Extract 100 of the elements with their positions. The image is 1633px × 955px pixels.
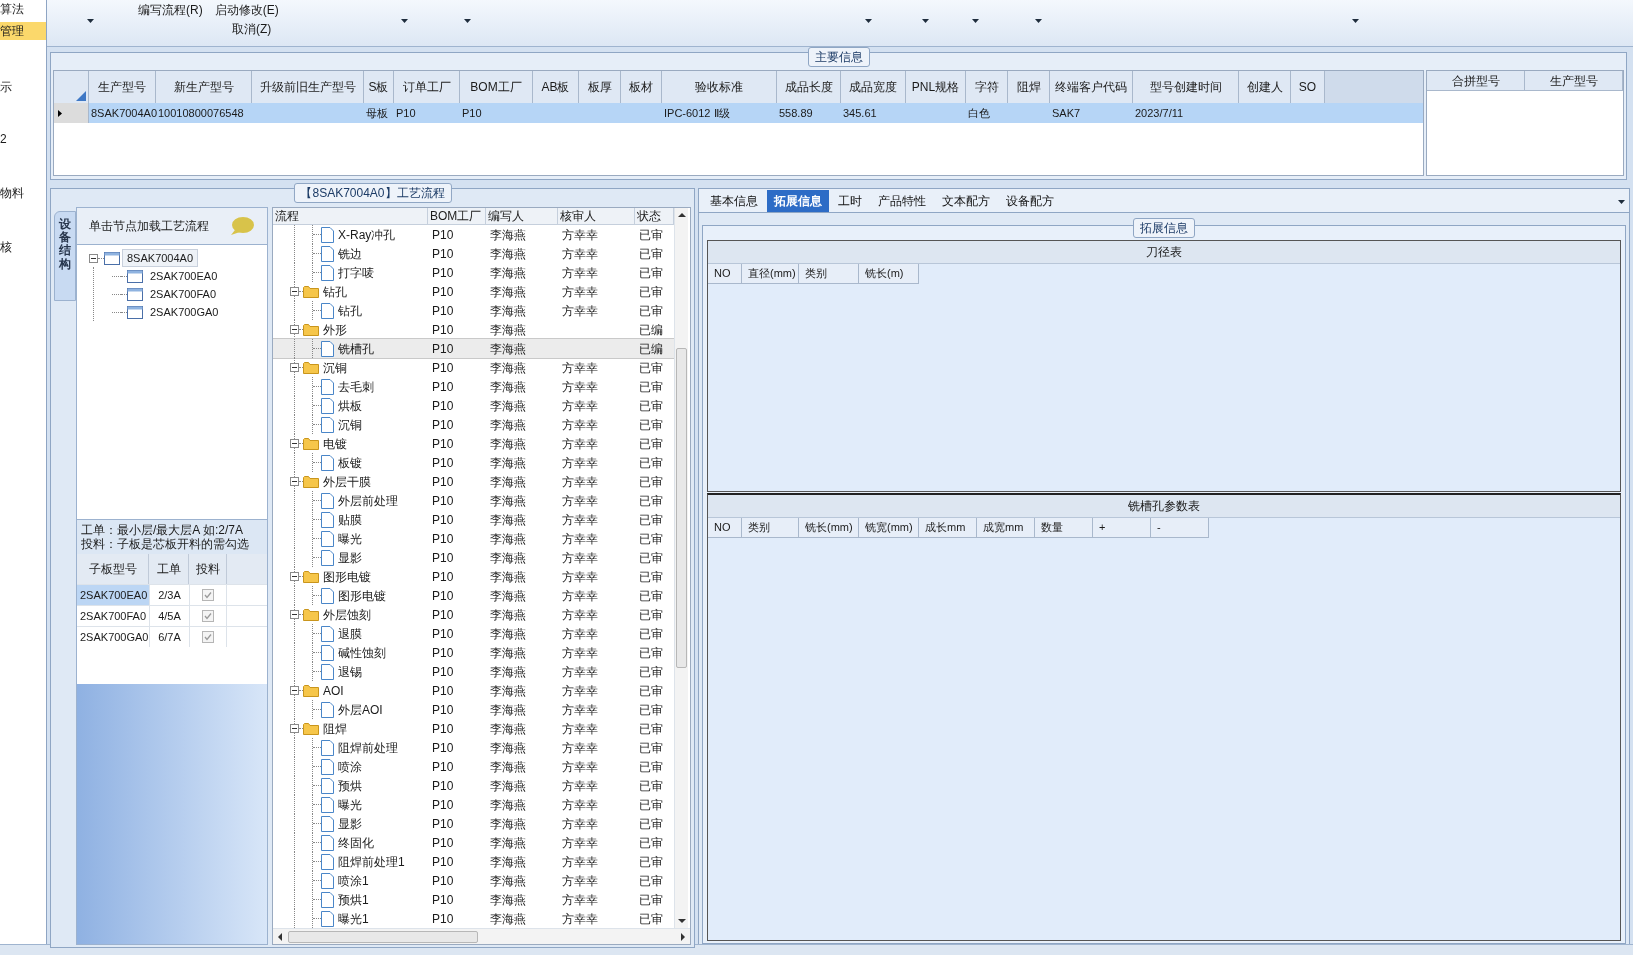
checkbox[interactable]	[202, 631, 214, 643]
column-header[interactable]: 生产型号	[1525, 71, 1623, 91]
sidebar-item[interactable]: 管理	[0, 22, 46, 40]
column-header[interactable]: 编写人	[486, 208, 558, 224]
flow-row[interactable]: 沉铜 P10 李海燕 方幸幸 已审	[273, 415, 674, 434]
vertical-scrollbar[interactable]	[674, 208, 688, 928]
tree-node[interactable]: 2SAK700EA0	[146, 267, 222, 285]
column-header[interactable]: 成长mm	[919, 518, 977, 538]
flow-row[interactable]: 去毛刺 P10 李海燕 方幸幸 已审	[273, 377, 674, 396]
flow-row[interactable]: 阻焊前处理1 P10 李海燕 方幸幸 已审	[273, 852, 674, 871]
table-row[interactable]: 8SAK7004A010010800076548 母板 P10 P10 IPC-6012 Ⅱ级 558.89 345.61 白色 SAK7 2023/7/11	[54, 103, 1423, 123]
collapse-icon[interactable]	[290, 439, 299, 448]
flow-row[interactable]: AOI P10 李海燕 方幸幸 已审	[273, 681, 674, 700]
column-header[interactable]: 成宽mm	[977, 518, 1035, 538]
flow-row[interactable]: 电镀 P10 李海燕 方幸幸 已审	[273, 434, 674, 453]
dropdown-caret-icon[interactable]	[864, 19, 872, 23]
flow-row[interactable]: 预烘 P10 李海燕 方幸幸 已审	[273, 776, 674, 795]
dropdown-caret-icon[interactable]	[1034, 19, 1042, 23]
collapse-icon[interactable]	[89, 253, 98, 263]
horizontal-scrollbar[interactable]	[273, 928, 690, 944]
checkbox[interactable]	[202, 610, 214, 622]
column-header[interactable]: 铣长(m)	[859, 264, 919, 284]
tab[interactable]: 工时	[831, 190, 869, 212]
flow-row[interactable]: 预烘1 P10 李海燕 方幸幸 已审	[273, 890, 674, 909]
scroll-right-icon[interactable]	[679, 931, 687, 942]
checkbox[interactable]	[202, 589, 214, 601]
sidebar-item[interactable]: 物料	[0, 184, 46, 202]
column-header[interactable]: 类别	[799, 264, 859, 284]
tab[interactable]: 设备配方	[999, 190, 1061, 212]
flow-row[interactable]: 外层前处理 P10 李海燕 方幸幸 已审	[273, 491, 674, 510]
ribbon-button[interactable]: 启动修改(E)	[214, 1, 279, 19]
column-header[interactable]: 合拼型号	[1427, 71, 1525, 91]
column-header[interactable]: 工单	[149, 554, 189, 584]
flow-row[interactable]: X-Ray冲孔 P10 李海燕 方幸幸 已审	[273, 225, 674, 244]
collapse-icon[interactable]	[290, 724, 299, 733]
tab[interactable]: 文本配方	[935, 190, 997, 212]
tab[interactable]: 拓展信息	[767, 190, 829, 212]
dropdown-caret-icon[interactable]	[87, 19, 94, 23]
flow-row[interactable]: 终固化 P10 李海燕 方幸幸 已审	[273, 833, 674, 852]
flow-row[interactable]: 钻孔 P10 李海燕 方幸幸 已审	[273, 301, 674, 320]
dropdown-caret-icon[interactable]	[1618, 200, 1625, 204]
column-header[interactable]: 铣长(mm)	[799, 518, 859, 538]
flow-row[interactable]: 打字唛 P10 李海燕 方幸幸 已审	[273, 263, 674, 282]
column-header[interactable]: +	[1093, 518, 1151, 538]
column-header[interactable]: 投料	[189, 554, 227, 584]
board-cell[interactable]: 2SAK700FA0	[77, 606, 149, 626]
ribbon-button[interactable]: 取消(Z)	[232, 20, 279, 38]
flow-row[interactable]: 喷涂 P10 李海燕 方幸幸 已审	[273, 757, 674, 776]
flow-row[interactable]: 显影 P10 李海燕 方幸幸 已审	[273, 548, 674, 567]
column-header[interactable]: 直径(mm)	[742, 264, 799, 284]
flow-row[interactable]: 烘板 P10 李海燕 方幸幸 已审	[273, 396, 674, 415]
flow-row[interactable]: 贴膜 P10 李海燕 方幸幸 已审	[273, 510, 674, 529]
dropdown-caret-icon[interactable]	[971, 19, 979, 23]
tree-node[interactable]: 2SAK700GA0	[146, 303, 223, 321]
sidebar-item[interactable]: 算法	[0, 0, 46, 18]
column-header[interactable]: 类别	[742, 518, 799, 538]
flow-row[interactable]: 铣边 P10 李海燕 方幸幸 已审	[273, 244, 674, 263]
flow-row[interactable]: 曝光 P10 李海燕 方幸幸 已审	[273, 529, 674, 548]
column-header[interactable]: BOM工厂	[428, 208, 486, 224]
collapse-icon[interactable]	[290, 477, 299, 486]
flow-row[interactable]: 退膜 P10 李海燕 方幸幸 已审	[273, 624, 674, 643]
flow-row[interactable]: 阻焊前处理 P10 李海燕 方幸幸 已审	[273, 738, 674, 757]
collapse-icon[interactable]	[290, 325, 299, 334]
tree-node[interactable]: 8SAK7004A0	[123, 249, 198, 267]
scroll-thumb[interactable]	[288, 930, 478, 943]
flow-row[interactable]: 图形电镀 P10 李海燕 方幸幸 已审	[273, 567, 674, 586]
flow-row[interactable]: 碱性蚀刻 P10 李海燕 方幸幸 已审	[273, 643, 674, 662]
flow-row[interactable]: 铣槽孔 P10 李海燕 已编	[273, 339, 674, 358]
flow-row[interactable]: 阻焊 P10 李海燕 方幸幸 已审	[273, 719, 674, 738]
column-header[interactable]: NO	[708, 518, 742, 538]
tree-node[interactable]: 2SAK700FA0	[146, 285, 221, 303]
board-cell[interactable]: 2SAK700GA0	[77, 627, 149, 647]
flow-row[interactable]: 板镀 P10 李海燕 方幸幸 已审	[273, 453, 674, 472]
side-tab[interactable]: 设备结构	[54, 211, 76, 301]
collapse-icon[interactable]	[290, 572, 299, 581]
flow-row[interactable]: 图形电镀 P10 李海燕 方幸幸 已审	[273, 586, 674, 605]
column-header[interactable]: -	[1151, 518, 1209, 538]
collapse-icon[interactable]	[290, 363, 299, 372]
sidebar-item[interactable]: 核	[0, 238, 46, 256]
ribbon-button[interactable]: 编写流程(R)	[138, 1, 203, 19]
dropdown-caret-icon[interactable]	[400, 19, 408, 23]
column-header[interactable]: 核审人	[558, 208, 635, 224]
flow-row[interactable]: 退锡 P10 李海燕 方幸幸 已审	[273, 662, 674, 681]
tab[interactable]: 产品特性	[871, 190, 933, 212]
flow-row[interactable]: 钻孔 P10 李海燕 方幸幸 已审	[273, 282, 674, 301]
dropdown-caret-icon[interactable]	[921, 19, 929, 23]
tab[interactable]: 基本信息	[703, 190, 765, 212]
flow-row[interactable]: 显影 P10 李海燕 方幸幸 已审	[273, 814, 674, 833]
dropdown-caret-icon[interactable]	[1351, 19, 1359, 23]
column-header[interactable]: NO	[708, 264, 742, 284]
sidebar-item[interactable]: 2	[0, 130, 46, 148]
board-cell[interactable]: 2SAK700EA0	[77, 585, 149, 605]
column-header[interactable]: 流程	[273, 208, 428, 224]
corner-triangle-icon[interactable]	[76, 91, 86, 101]
column-header[interactable]: 铣宽(mm)	[859, 518, 919, 538]
sidebar-item[interactable]: 示	[0, 78, 46, 96]
dropdown-caret-icon[interactable]	[463, 19, 471, 23]
flow-row[interactable]: 外层干膜 P10 李海燕 方幸幸 已审	[273, 472, 674, 491]
collapse-icon[interactable]	[290, 287, 299, 296]
scroll-left-icon[interactable]	[276, 931, 284, 942]
